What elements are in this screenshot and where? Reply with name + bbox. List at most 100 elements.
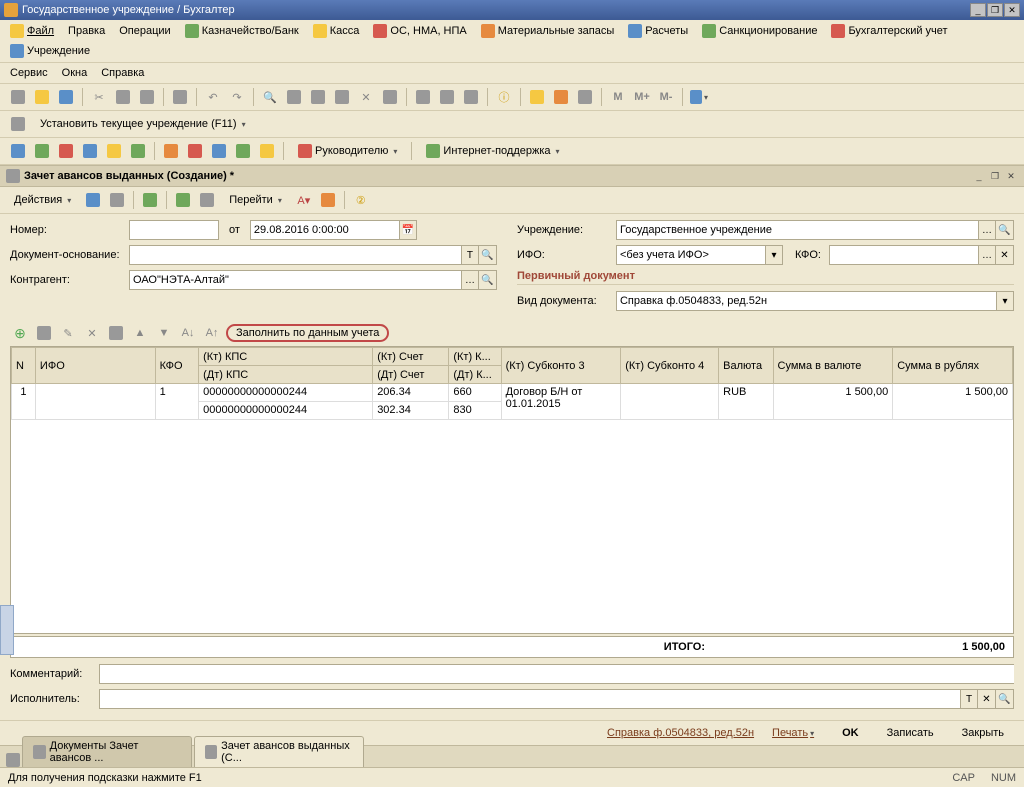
tb-btn-d[interactable]: ✕ [356,87,376,107]
menu-os[interactable]: ОС, НМА, НПА [367,22,472,40]
sc-2[interactable] [32,141,52,161]
actions-button[interactable]: Действия [6,190,79,210]
ifo-input[interactable] [616,245,765,265]
sc-11[interactable] [257,141,277,161]
menu-institution[interactable]: Учреждение [4,42,96,60]
kfo-input[interactable] [829,245,978,265]
cut-icon[interactable]: ✂ [89,87,109,107]
print-icon[interactable] [170,87,190,107]
sc-1[interactable] [8,141,28,161]
col-sumr[interactable]: Сумма в рублях [893,348,1013,384]
open-icon[interactable] [32,87,52,107]
calendar-button[interactable]: 📅 [399,220,417,240]
help-icon[interactable]: ⓘ [494,87,514,107]
executor-search-button[interactable]: 🔍 [996,689,1014,709]
docbase-t-button[interactable]: T [461,245,479,265]
ifo-dropdown-button[interactable]: ▾ [765,245,783,265]
sort-desc-icon[interactable]: A↑ [202,323,222,343]
comment-input[interactable] [99,664,1014,684]
save-button[interactable]: Записать [877,725,944,741]
col-kt-sub4[interactable]: (Кт) Субконто 4 [621,348,719,384]
tab-current-doc[interactable]: Зачет авансов выданных (С... [194,736,364,767]
undo-icon[interactable]: ↶ [203,87,223,107]
sc-8[interactable] [185,141,205,161]
col-dt-schet[interactable]: (Дт) Счет [373,366,449,384]
doc-tb-7[interactable] [318,190,338,210]
new-icon[interactable] [8,87,28,107]
docbase-input[interactable] [129,245,461,265]
tb-btn-c[interactable] [332,87,352,107]
doc-tb-6[interactable]: А▾ [294,190,314,210]
copy-row-icon[interactable] [34,323,54,343]
doc-help-icon[interactable]: ② [351,190,371,210]
tb-btn-b[interactable] [308,87,328,107]
menu-edit[interactable]: Правка [62,23,111,39]
executor-t-button[interactable]: T [960,689,978,709]
move-down-icon[interactable]: ▼ [154,323,174,343]
contractor-ellipsis-button[interactable]: … [461,270,479,290]
tb-btn-e[interactable] [380,87,400,107]
date-input[interactable] [250,220,399,240]
move-up-icon[interactable]: ▲ [130,323,150,343]
redo-icon[interactable]: ↷ [227,87,247,107]
tb-btn-h[interactable] [461,87,481,107]
doc-tb-2[interactable] [107,190,127,210]
mem-m[interactable]: М [608,87,628,107]
menu-calc[interactable]: Расчеты [622,22,694,40]
table-row[interactable]: 1 1 00000000000000244 206.34 660 Договор… [12,384,1013,402]
internet-support-button[interactable]: Интернет-поддержка [418,141,567,161]
sc-3[interactable] [56,141,76,161]
col-sumv[interactable]: Сумма в валюте [773,348,893,384]
tb-btn-g[interactable] [437,87,457,107]
col-kt-schet[interactable]: (Кт) Счет [373,348,449,366]
tb-btn-last[interactable] [689,87,709,107]
institution-ellipsis-button[interactable]: … [978,220,996,240]
docbase-search-button[interactable]: 🔍 [479,245,497,265]
menu-file[interactable]: Файл [4,22,60,40]
sc-6[interactable] [128,141,148,161]
col-kt-kps[interactable]: (Кт) КПС [199,348,373,366]
menu-operations[interactable]: Операции [113,23,176,39]
edit-row-icon[interactable]: ✎ [58,323,78,343]
sidebar-handle[interactable] [0,605,14,655]
col-val[interactable]: Валюта [719,348,773,384]
menu-materials[interactable]: Материальные запасы [475,22,621,40]
doctype-input[interactable] [616,291,996,311]
print-button[interactable]: Печать [762,725,824,741]
institution-input[interactable] [616,220,978,240]
fill-from-data-button[interactable]: Заполнить по данным учета [226,324,389,342]
add-row-icon[interactable]: ⊕ [10,323,30,343]
spravka-link[interactable]: Справка ф.0504833, ред.52н [607,727,754,739]
kfo-ellipsis-button[interactable]: … [978,245,996,265]
kfo-clear-button[interactable]: ✕ [996,245,1014,265]
mem-mplus[interactable]: М+ [632,87,652,107]
menu-windows[interactable]: Окна [56,65,94,81]
manager-button[interactable]: Руководителю [290,141,405,161]
tab-documents[interactable]: Документы Зачет авансов ... [22,736,192,767]
executor-input[interactable] [99,689,960,709]
doc-restore[interactable]: ❐ [988,169,1002,183]
contractor-search-button[interactable]: 🔍 [479,270,497,290]
number-input[interactable] [129,220,219,240]
doc-minimize[interactable]: _ [972,169,986,183]
calendar-icon[interactable] [551,87,571,107]
sc-9[interactable] [209,141,229,161]
col-n[interactable]: N [12,348,36,384]
doc-tb-1[interactable] [83,190,103,210]
doctype-dropdown-button[interactable]: ▾ [996,291,1014,311]
col-dt-k[interactable]: (Дт) К... [449,366,501,384]
tb-btn-a[interactable] [284,87,304,107]
sort-asc-icon[interactable]: A↓ [178,323,198,343]
close-button[interactable]: ✕ [1004,3,1020,17]
data-grid[interactable]: N ИФО КФО (Кт) КПС (Кт) Счет (Кт) К... (… [10,346,1014,634]
find-icon[interactable]: 🔍 [260,87,280,107]
col-dt-kps[interactable]: (Дт) КПС [199,366,373,384]
sc-7[interactable] [161,141,181,161]
menu-account[interactable]: Бухгалтерский учет [825,22,953,40]
delete-row-icon[interactable]: ✕ [82,323,102,343]
tb-btn-f[interactable] [413,87,433,107]
tb-grid-1[interactable] [106,323,126,343]
doc-tb-5[interactable] [197,190,217,210]
menu-kassa[interactable]: Касса [307,22,366,40]
menu-help[interactable]: Справка [95,65,150,81]
